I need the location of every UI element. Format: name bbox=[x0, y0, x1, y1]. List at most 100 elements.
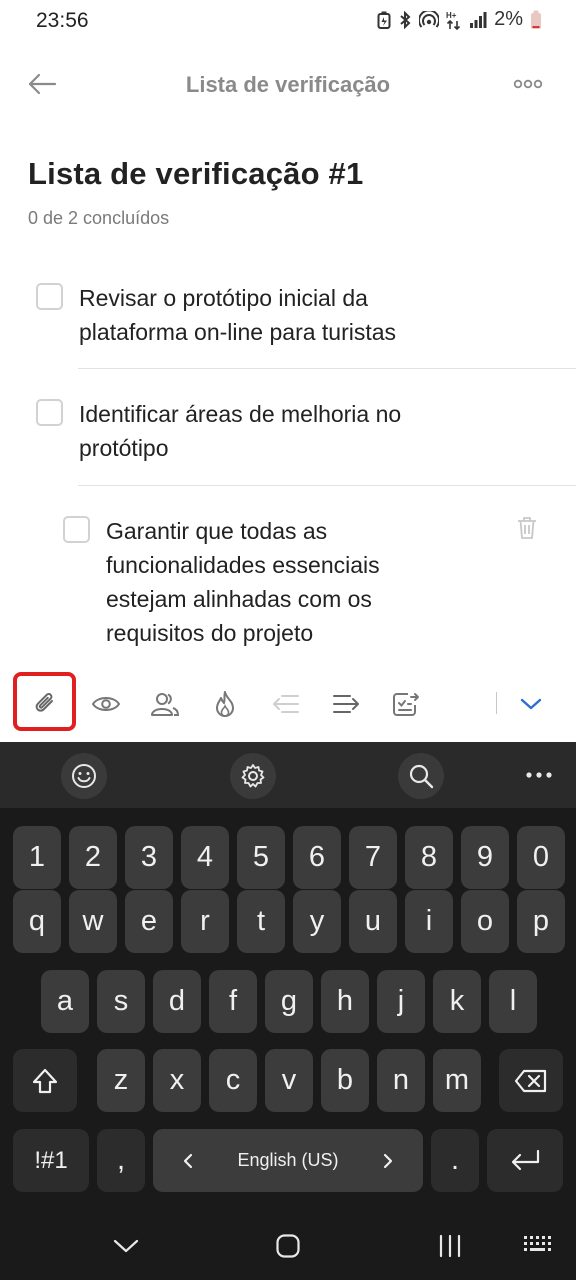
shift-key[interactable] bbox=[13, 1049, 77, 1112]
key-letter-8[interactable]: l bbox=[489, 970, 537, 1033]
key-letter-7[interactable]: k bbox=[433, 970, 481, 1033]
key-letter-1[interactable]: s bbox=[97, 970, 145, 1033]
soft-keyboard: !#1 , English (US) . 1234567890 qwertyuio… bbox=[0, 742, 576, 1212]
cursor-left-icon bbox=[183, 1153, 193, 1169]
checklist-convert-icon bbox=[393, 693, 419, 716]
emoji-button[interactable] bbox=[61, 753, 107, 799]
backspace-key[interactable] bbox=[499, 1049, 563, 1112]
key-letter-5[interactable]: n bbox=[377, 1049, 425, 1112]
checklist-progress: 0 de 2 concluídos bbox=[28, 208, 170, 228]
key-number-2[interactable]: 3 bbox=[125, 826, 173, 889]
signal-icon bbox=[469, 11, 487, 29]
checklist-item: Revisar o protótipo inicial da plataform… bbox=[36, 281, 456, 349]
key-number-0[interactable]: 1 bbox=[13, 826, 61, 889]
keyboard-switch-button[interactable] bbox=[516, 1228, 560, 1264]
toolbar-separator bbox=[496, 692, 497, 714]
battery-saver-icon bbox=[377, 11, 391, 29]
key-number-4[interactable]: 5 bbox=[237, 826, 285, 889]
key-number-6[interactable]: 7 bbox=[349, 826, 397, 889]
period-key[interactable]: . bbox=[431, 1129, 479, 1192]
key-number-7[interactable]: 8 bbox=[405, 826, 453, 889]
hide-keyboard-button[interactable] bbox=[104, 1228, 148, 1264]
indent-button[interactable] bbox=[326, 684, 366, 724]
visibility-button[interactable] bbox=[86, 684, 126, 724]
hide-keyboard-icon bbox=[113, 1239, 139, 1253]
comma-key[interactable]: , bbox=[97, 1129, 145, 1192]
outdent-button[interactable] bbox=[266, 684, 306, 724]
shift-icon bbox=[32, 1068, 58, 1093]
key-number-3[interactable]: 4 bbox=[181, 826, 229, 889]
checklist-subitem: Garantir que todas as funcionalidades es… bbox=[63, 514, 433, 650]
people-icon bbox=[151, 693, 180, 716]
key-number-1[interactable]: 2 bbox=[69, 826, 117, 889]
hotspot-icon bbox=[419, 10, 440, 29]
key-letter-3[interactable]: v bbox=[265, 1049, 313, 1112]
item-checkbox[interactable] bbox=[63, 516, 90, 543]
key-letter-5[interactable]: y bbox=[293, 890, 341, 953]
keyboard-more-button[interactable] bbox=[524, 760, 554, 790]
key-letter-6[interactable]: m bbox=[433, 1049, 481, 1112]
item-checkbox[interactable] bbox=[36, 283, 63, 310]
attach-highlight-box bbox=[13, 672, 76, 731]
key-letter-4[interactable]: g bbox=[265, 970, 313, 1033]
priority-button[interactable] bbox=[205, 684, 245, 724]
key-letter-2[interactable]: e bbox=[125, 890, 173, 953]
key-letter-3[interactable]: f bbox=[209, 970, 257, 1033]
battery-percent: 2% bbox=[494, 8, 523, 30]
key-letter-5[interactable]: h bbox=[321, 970, 369, 1033]
checklist-title[interactable]: Lista de verificação #1 bbox=[28, 156, 363, 192]
key-number-9[interactable]: 0 bbox=[517, 826, 565, 889]
status-time: 23:56 bbox=[36, 9, 89, 32]
bluetooth-icon bbox=[398, 10, 412, 29]
battery-icon bbox=[530, 10, 542, 30]
home-button[interactable] bbox=[266, 1228, 310, 1264]
item-text[interactable]: Identificar áreas de melhoria no protóti… bbox=[79, 397, 456, 465]
flame-icon bbox=[216, 691, 234, 717]
outdent-icon bbox=[273, 695, 299, 713]
key-letter-3[interactable]: r bbox=[181, 890, 229, 953]
more-options-button[interactable] bbox=[512, 70, 544, 98]
enter-key[interactable] bbox=[487, 1129, 563, 1192]
recents-button[interactable] bbox=[428, 1228, 472, 1264]
symbols-key[interactable]: !#1 bbox=[13, 1129, 89, 1192]
keyboard-search-button[interactable] bbox=[398, 753, 444, 799]
key-letter-4[interactable]: b bbox=[321, 1049, 369, 1112]
app-header: Lista de verificação bbox=[0, 52, 576, 116]
space-label: English (US) bbox=[237, 1150, 339, 1170]
more-icon bbox=[526, 772, 552, 778]
key-letter-1[interactable]: w bbox=[69, 890, 117, 953]
convert-to-task-button[interactable] bbox=[386, 684, 426, 724]
key-letter-0[interactable]: z bbox=[97, 1049, 145, 1112]
key-letter-1[interactable]: x bbox=[153, 1049, 201, 1112]
backspace-icon bbox=[514, 1069, 547, 1092]
data-arrows-icon: H+ bbox=[446, 10, 462, 30]
collapse-toolbar-button[interactable] bbox=[511, 684, 551, 724]
key-letter-8[interactable]: o bbox=[461, 890, 509, 953]
settings-icon bbox=[241, 764, 265, 788]
delete-item-button[interactable] bbox=[516, 516, 540, 542]
status-bar: 23:56 H+ 2% bbox=[0, 0, 576, 44]
key-letter-4[interactable]: t bbox=[237, 890, 285, 953]
chevron-down-icon bbox=[520, 698, 542, 710]
space-key[interactable]: English (US) bbox=[153, 1129, 423, 1192]
item-checkbox[interactable] bbox=[36, 399, 63, 426]
keyboard-settings-button[interactable] bbox=[230, 753, 276, 799]
status-icons: H+ 2% bbox=[377, 8, 542, 31]
key-number-8[interactable]: 9 bbox=[461, 826, 509, 889]
key-letter-0[interactable]: q bbox=[13, 890, 61, 953]
key-letter-6[interactable]: u bbox=[349, 890, 397, 953]
indent-icon bbox=[333, 695, 359, 713]
key-number-5[interactable]: 6 bbox=[293, 826, 341, 889]
key-letter-6[interactable]: j bbox=[377, 970, 425, 1033]
recents-icon bbox=[439, 1234, 461, 1258]
more-horizontal-icon bbox=[513, 79, 543, 89]
key-letter-7[interactable]: i bbox=[405, 890, 453, 953]
item-text[interactable]: Revisar o protótipo inicial da plataform… bbox=[79, 281, 456, 349]
key-letter-0[interactable]: a bbox=[41, 970, 89, 1033]
key-letter-9[interactable]: p bbox=[517, 890, 565, 953]
trash-icon bbox=[518, 517, 536, 539]
item-text[interactable]: Garantir que todas as funcionalidades es… bbox=[106, 514, 431, 650]
key-letter-2[interactable]: d bbox=[153, 970, 201, 1033]
assign-button[interactable] bbox=[145, 684, 185, 724]
key-letter-2[interactable]: c bbox=[209, 1049, 257, 1112]
